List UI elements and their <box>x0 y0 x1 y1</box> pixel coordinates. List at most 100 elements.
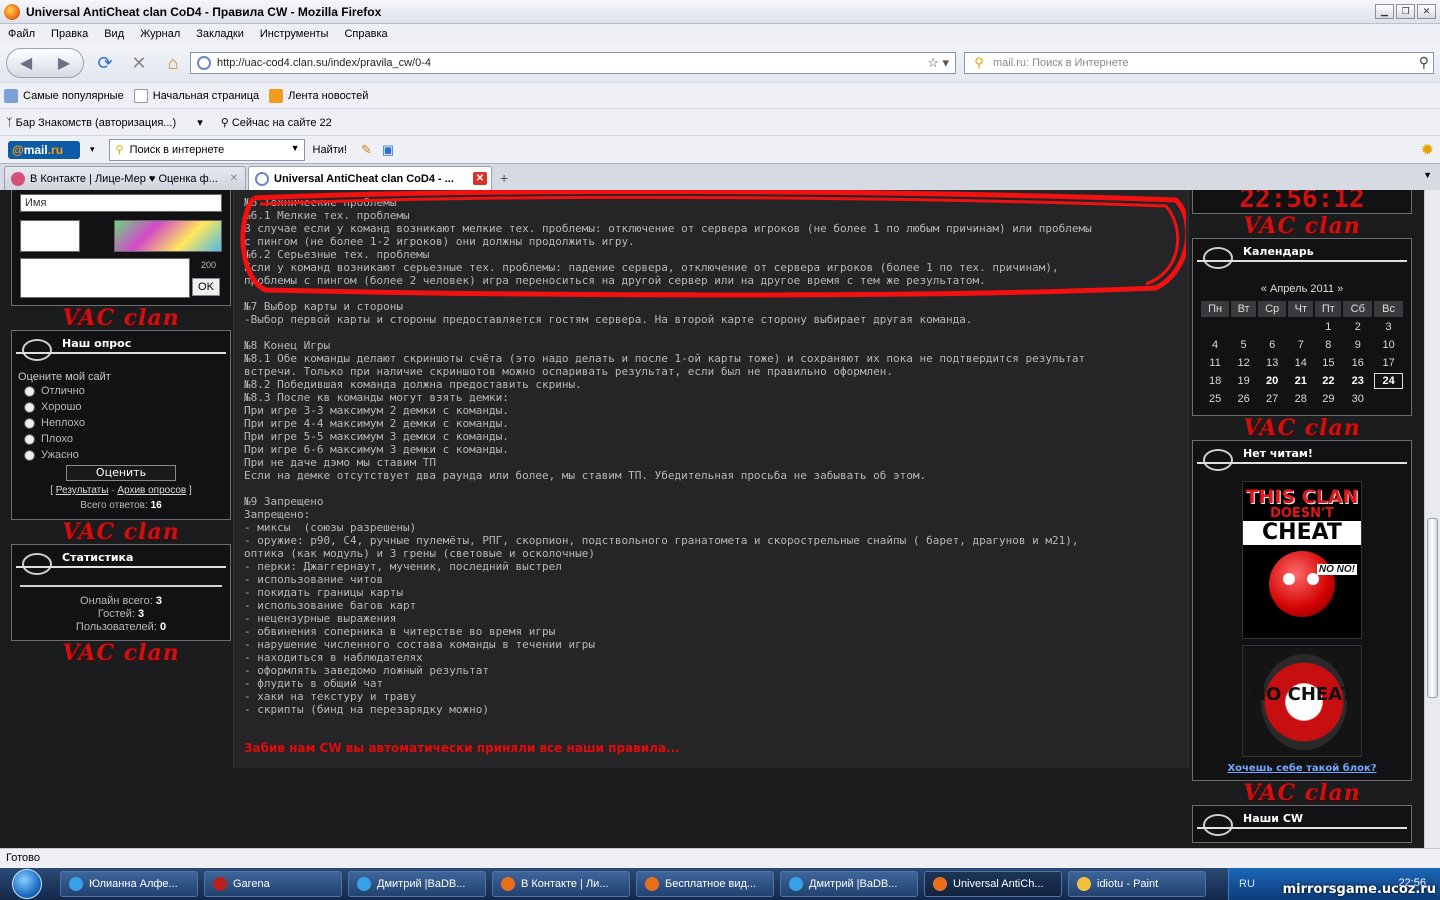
home-icon[interactable]: ⌂ <box>160 50 186 76</box>
captcha-input[interactable] <box>20 220 80 252</box>
site-identity-icon[interactable] <box>197 56 211 70</box>
radio-icon[interactable] <box>24 449 35 461</box>
menu-help[interactable]: Справка <box>344 28 387 40</box>
taskbar-button[interactable]: Universal AntiCh... <box>924 871 1062 897</box>
bookmark-start-page[interactable]: Начальная страница <box>133 88 259 103</box>
poll-option[interactable]: Плохо <box>24 431 224 447</box>
window-icon[interactable]: ▣ <box>382 142 394 158</box>
calendar-day[interactable]: 6 <box>1258 337 1286 353</box>
calendar-day[interactable]: 3 <box>1374 319 1403 335</box>
pencil-icon[interactable]: ✎ <box>361 142 372 158</box>
calendar-day[interactable]: 20 <box>1258 373 1286 389</box>
no-cheat-banner[interactable]: THIS CLAN DOESN'T CHEAT NO NO! <box>1242 481 1362 639</box>
close-tab-icon[interactable]: ✕ <box>473 172 487 185</box>
calendar-day[interactable]: 26 <box>1231 391 1256 407</box>
calendar-day[interactable]: 19 <box>1231 373 1256 389</box>
results-link[interactable]: Результаты <box>56 485 109 496</box>
close-tab-icon[interactable]: ✕ <box>227 172 241 185</box>
calendar-day[interactable]: 24 <box>1374 373 1403 389</box>
mailru-logo[interactable]: @mail.ru <box>8 140 80 159</box>
maximize-icon[interactable]: ❐ <box>1396 4 1415 19</box>
menu-file[interactable]: Файл <box>8 28 35 40</box>
calendar-day[interactable]: 23 <box>1343 373 1372 389</box>
bookmark-news-feed[interactable]: Лента новостей <box>269 88 368 103</box>
calendar-day[interactable]: 12 <box>1231 355 1256 371</box>
search-engine-icon[interactable]: ⚲ <box>965 55 993 71</box>
ok-button[interactable]: OK <box>192 278 220 296</box>
message-textarea[interactable] <box>20 258 190 298</box>
gear-icon[interactable]: ✹ <box>1421 140 1434 160</box>
search-placeholder[interactable]: mail.ru: Поиск в Интернете <box>993 57 1129 69</box>
poll-option[interactable]: Отлично <box>24 383 224 399</box>
calendar-day[interactable]: 18 <box>1201 373 1229 389</box>
radio-icon[interactable] <box>24 401 35 413</box>
mailru-dropdown-icon[interactable]: ▾ <box>90 144 95 155</box>
find-button[interactable]: Найти! <box>313 144 347 156</box>
calendar-day[interactable]: 16 <box>1343 355 1372 371</box>
calendar-day[interactable]: 15 <box>1315 355 1341 371</box>
taskbar-button[interactable]: Дмитрий |BaDB... <box>348 871 486 897</box>
radio-icon[interactable] <box>24 385 35 397</box>
tab-list-icon[interactable]: ▼ <box>1423 170 1432 180</box>
menu-tools[interactable]: Инструменты <box>260 28 329 40</box>
poll-option[interactable]: Хорошо <box>24 399 224 415</box>
chevron-down-icon[interactable]: ▼ <box>291 143 300 153</box>
radio-icon[interactable] <box>24 433 35 445</box>
url-bar[interactable]: http://uac-cod4.clan.su/index/pravila_cw… <box>190 52 956 74</box>
calendar-day[interactable]: 5 <box>1231 337 1256 353</box>
language-indicator[interactable]: RU <box>1239 878 1255 890</box>
close-icon[interactable]: ✕ <box>1417 4 1436 19</box>
stop-icon[interactable]: ✕ <box>126 50 152 76</box>
calendar-day[interactable]: 29 <box>1315 391 1341 407</box>
calendar-day[interactable]: 27 <box>1258 391 1286 407</box>
minimize-icon[interactable]: ▁ <box>1375 4 1394 19</box>
archive-link[interactable]: Архив опросов <box>117 485 186 496</box>
calendar-day[interactable]: 21 <box>1288 373 1313 389</box>
no-cheat-badge[interactable]: NO CHEAT <box>1242 645 1362 757</box>
next-month-link[interactable]: » <box>1337 283 1343 295</box>
poll-option[interactable]: Ужасно <box>24 447 224 463</box>
search-bar[interactable]: ⚲ mail.ru: Поиск в Интернете ⚲ <box>964 52 1434 74</box>
back-arrow-icon[interactable]: ◀ <box>20 53 32 73</box>
calendar-day[interactable]: 13 <box>1258 355 1286 371</box>
calendar-day[interactable]: 30 <box>1343 391 1372 407</box>
menu-history[interactable]: Журнал <box>140 28 180 40</box>
page-scrollbar[interactable] <box>1424 190 1440 848</box>
bookmark-popular[interactable]: Самые популярные <box>4 88 124 103</box>
mailru-search-input[interactable]: ⚲ Поиск в интернете ▼ <box>108 138 305 161</box>
search-go-icon[interactable]: ⚲ <box>1419 54 1429 71</box>
radio-icon[interactable] <box>24 417 35 429</box>
taskbar-button[interactable]: Garena <box>204 871 342 897</box>
calendar-day[interactable]: 4 <box>1201 337 1229 353</box>
url-text[interactable]: http://uac-cod4.clan.su/index/pravila_cw… <box>217 57 431 69</box>
calendar-day[interactable]: 17 <box>1374 355 1403 371</box>
name-input[interactable]: Имя <box>20 194 222 212</box>
poll-option[interactable]: Неплохо <box>24 415 224 431</box>
taskbar-button[interactable]: idiotu - Paint <box>1068 871 1206 897</box>
star-icon[interactable]: ☆ ▾ <box>927 55 949 71</box>
calendar-day[interactable]: 1 <box>1315 319 1341 335</box>
taskbar-button[interactable]: Дмитрий |BaDB... <box>780 871 918 897</box>
vote-button[interactable]: Оценить <box>66 465 176 481</box>
calendar-day[interactable]: 2 <box>1343 319 1372 335</box>
menu-edit[interactable]: Правка <box>51 28 88 40</box>
forward-arrow-icon[interactable]: ▶ <box>58 53 70 73</box>
new-tab-icon[interactable]: + <box>500 170 508 186</box>
dating-bar-button[interactable]: ᛉ Бар Знакомств (авторизация...) ▾ <box>6 116 203 129</box>
start-button[interactable] <box>0 868 54 900</box>
tab-vkontakte[interactable]: В Контакте | Лице-Мер ♥ Оценка ф... ✕ <box>4 166 246 190</box>
calendar-day[interactable]: 28 <box>1288 391 1313 407</box>
calendar-day[interactable]: 22 <box>1315 373 1341 389</box>
calendar-day[interactable]: 25 <box>1201 391 1229 407</box>
taskbar-button[interactable]: В Контакте | Ли... <box>492 871 630 897</box>
scrollbar-thumb[interactable] <box>1427 518 1438 698</box>
tab-uac[interactable]: Universal AntiCheat clan CoD4 - ... ✕ <box>248 166 492 190</box>
calendar-day[interactable]: 14 <box>1288 355 1313 371</box>
menu-view[interactable]: Вид <box>104 28 124 40</box>
calendar-day[interactable]: 9 <box>1343 337 1372 353</box>
calendar-day[interactable]: 10 <box>1374 337 1403 353</box>
reload-icon[interactable]: ⟳ <box>92 50 118 76</box>
taskbar-button[interactable]: Юлианна Алфе... <box>60 871 198 897</box>
get-block-link[interactable]: Хочешь себе такой блок? <box>1193 763 1411 774</box>
calendar-day[interactable]: 7 <box>1288 337 1313 353</box>
